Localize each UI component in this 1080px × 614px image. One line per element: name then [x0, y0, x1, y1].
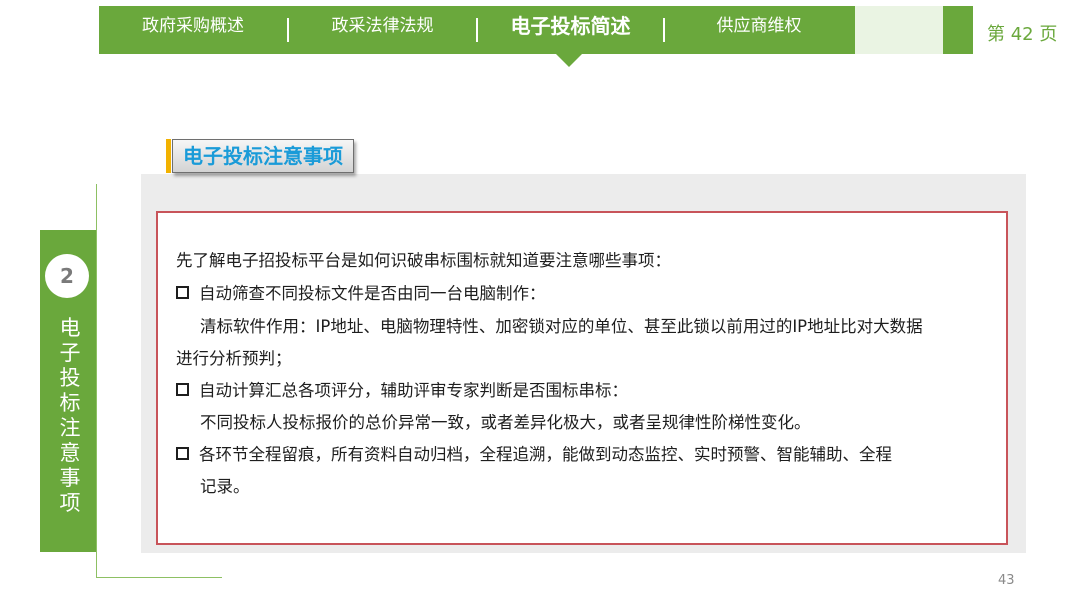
list-item-text: 自动计算汇总各项评分，辅助评审专家判断是否围标串标： [199, 381, 628, 400]
item-detail: 记录。 [200, 477, 250, 496]
nav-spacer-block [855, 6, 943, 54]
page-indicator: 第 42 页 [987, 24, 1058, 45]
checkbox-bullet-icon [176, 383, 189, 396]
guide-line-vertical [96, 184, 97, 578]
active-tab-pointer [556, 54, 582, 67]
checkbox-bullet-icon [176, 447, 189, 460]
tab-procurement-laws[interactable]: 政采法律法规 [289, 0, 476, 48]
list-item: 自动筛查不同投标文件是否由同一台电脑制作： [176, 280, 546, 304]
section-vertical-label: 电子投标注意事项 [59, 316, 81, 515]
tab-electronic-bidding[interactable]: 电子投标简述 [478, 0, 663, 48]
item-detail: 进行分析预判； [176, 349, 292, 368]
tab-supplier-rights[interactable]: 供应商维权 [665, 0, 853, 48]
guide-line-horizontal [96, 577, 222, 578]
intro-text: 先了解电子招投标平台是如何识破串标围标就知道要注意哪些事项： [176, 251, 671, 270]
section-title: 电子投标注意事项 [172, 139, 354, 173]
checkbox-bullet-icon [176, 286, 189, 299]
nav-spacer-strip [943, 6, 973, 54]
list-item-text: 各环节全程留痕，所有资料自动归档，全程追溯，能做到动态监控、实时预警、智能辅助、… [199, 445, 892, 464]
slide-number: 43 [998, 573, 1015, 588]
item-detail: 不同投标人投标报价的总价异常一致，或者差异化极大，或者呈规律性阶梯性变化。 [200, 413, 811, 432]
section-number-badge: 2 [45, 254, 89, 298]
list-item-text: 自动筛查不同投标文件是否由同一台电脑制作： [199, 284, 546, 303]
list-item: 各环节全程留痕，所有资料自动归档，全程追溯，能做到动态监控、实时预警、智能辅助、… [176, 441, 892, 465]
title-accent-bar [166, 139, 171, 173]
item-detail: 清标软件作用：IP地址、电脑物理特性、加密锁对应的单位、甚至此锁以前用过的IP地… [200, 317, 923, 336]
tab-government-procurement-overview[interactable]: 政府采购概述 [99, 0, 287, 48]
list-item: 自动计算汇总各项评分，辅助评审专家判断是否围标串标： [176, 377, 628, 401]
